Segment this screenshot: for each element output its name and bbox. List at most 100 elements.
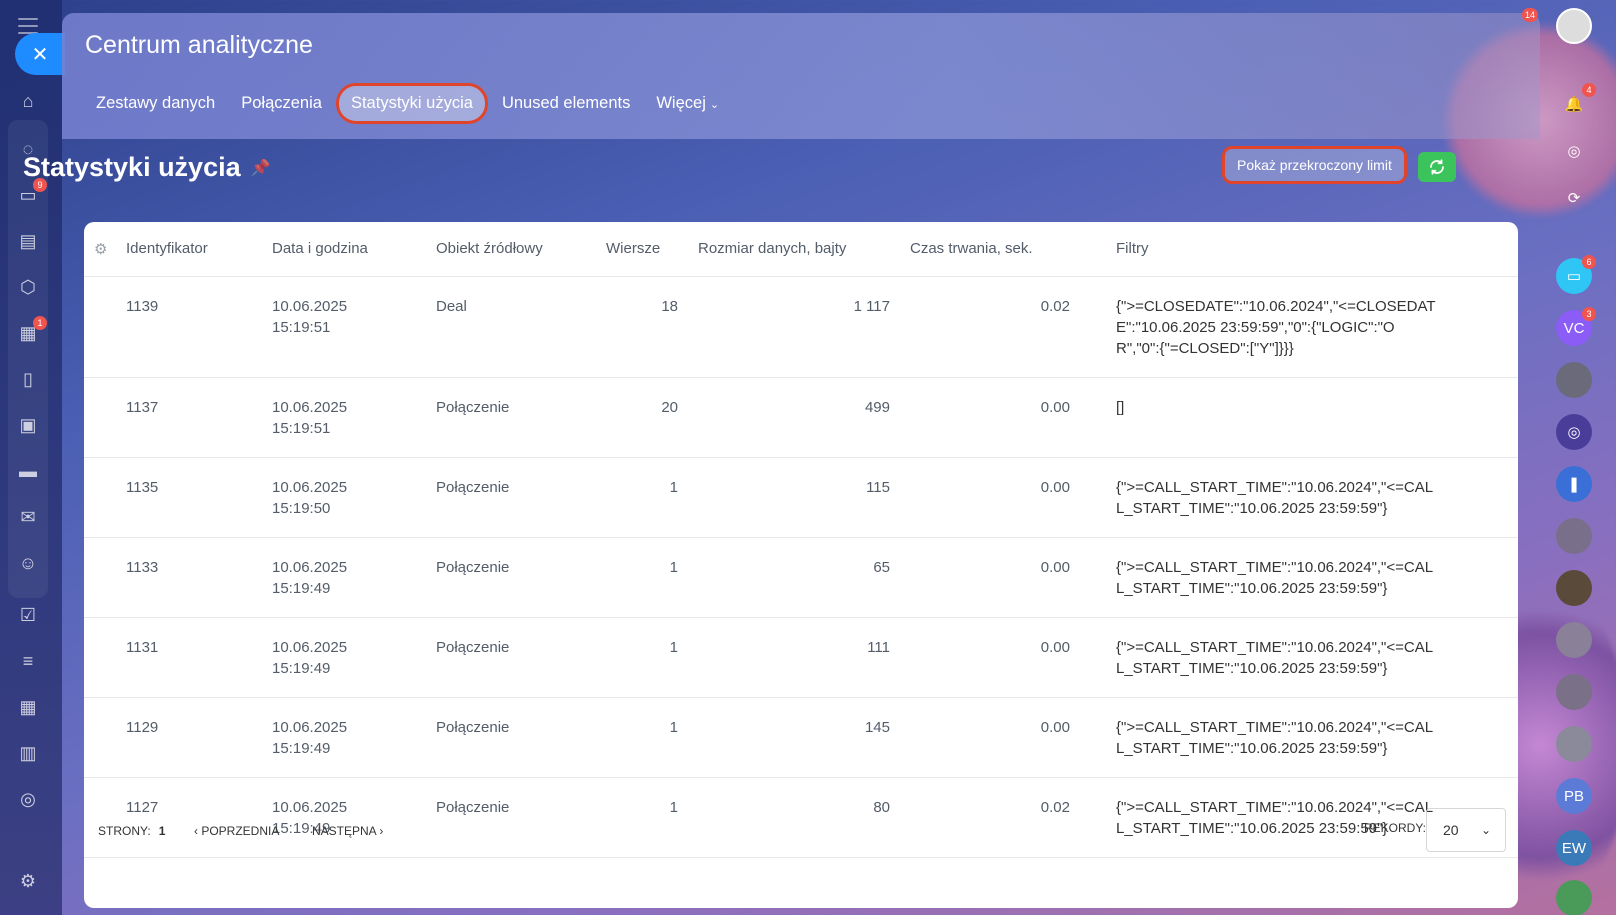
hexagon-icon[interactable]: ⬡ xyxy=(17,276,39,298)
avatar-ew[interactable]: EW xyxy=(1556,830,1592,866)
page-title: Statystyki użycia 📌 xyxy=(23,152,271,183)
col-rows[interactable]: Wiersze xyxy=(596,222,688,277)
documents-icon[interactable]: ▤ xyxy=(17,230,39,252)
sync-icon[interactable]: ⟳ xyxy=(1556,180,1592,216)
col-filters[interactable]: Filtry xyxy=(1080,222,1518,277)
left-sidebar: ⌂ ◌ ▭ 9 ▤ ⬡ ▦ 1 ▯ ▣ ▬ ✉ ☺ ☑ ≡ ▦ ▥ ◎ ⚙ xyxy=(0,0,62,915)
records-value: 20 xyxy=(1443,822,1459,838)
avatar[interactable] xyxy=(1556,674,1592,710)
col-id[interactable]: Identyfikator xyxy=(118,222,262,277)
avatar[interactable] xyxy=(1556,622,1592,658)
avatar[interactable] xyxy=(1556,726,1592,762)
file-icon[interactable]: ▯ xyxy=(17,368,39,390)
tasks-icon[interactable]: ☑ xyxy=(17,604,39,626)
row-spacer xyxy=(84,457,118,538)
users-icon[interactable]: ☺ xyxy=(17,552,39,574)
refresh-button[interactable] xyxy=(1418,152,1456,182)
cell-size: 65 xyxy=(688,537,900,618)
cell-duration: 0.00 xyxy=(900,697,1080,778)
cell-date: 10.06.2025 15:19:51 xyxy=(262,377,426,458)
avatar[interactable] xyxy=(1556,880,1592,915)
user-avatar[interactable]: 14 xyxy=(1522,8,1592,44)
table-row[interactable]: 1131 10.06.2025 15:19:49 Połączenie 1 111 0.00… xyxy=(84,617,1518,698)
cell-object: Deal xyxy=(426,276,596,378)
home-icon[interactable]: ⌂ xyxy=(17,90,39,112)
cell-date-value: 10.06.2025 xyxy=(272,638,348,656)
cell-date: 10.06.2025 15:19:50 xyxy=(262,457,426,538)
board-icon[interactable]: ▣ xyxy=(17,414,39,436)
chat-icon[interactable]: ▭ 9 xyxy=(17,178,47,206)
chevron-down-icon: ⌄ xyxy=(709,99,720,111)
avatar[interactable]: ◎ xyxy=(1556,414,1592,450)
col-object[interactable]: Obiekt źródłowy xyxy=(426,222,596,277)
row-spacer xyxy=(84,617,118,698)
calendar-icon[interactable]: ▦ 1 xyxy=(17,316,47,344)
cell-object: Połączenie xyxy=(426,697,596,778)
notifications-icon[interactable]: 🔔 4 xyxy=(1556,83,1596,122)
bookmark-icon[interactable]: ❚ xyxy=(1556,466,1592,502)
table-row[interactable]: 1133 10.06.2025 15:19:49 Połączenie 1 65 0.00{… xyxy=(84,537,1518,618)
avatar[interactable] xyxy=(1556,518,1592,554)
avatar-vc[interactable]: VC 3 xyxy=(1556,307,1596,346)
col-date[interactable]: Data i godzina xyxy=(262,222,426,277)
avatar[interactable] xyxy=(1556,362,1592,398)
cell-duration: 0.00 xyxy=(900,537,1080,618)
cell-date-value: 10.06.2025 xyxy=(272,478,348,496)
pin-icon[interactable]: 📌 xyxy=(251,158,271,178)
chevron-right-icon: › xyxy=(376,824,384,838)
table-row[interactable]: 1129 10.06.2025 15:19:49 Połączenie 1 145 0.00… xyxy=(84,697,1518,778)
schedule-icon[interactable]: ▦ xyxy=(17,696,39,718)
next-page-button[interactable]: NASTĘPNA › xyxy=(312,824,383,838)
col-duration[interactable]: Czas trwania, sek. xyxy=(900,222,1080,277)
pages-label: STRONY: xyxy=(98,824,151,838)
cell-rows: 1 xyxy=(596,457,688,538)
vc-badge: 3 xyxy=(1582,307,1596,321)
page-title-text: Statystyki użycia xyxy=(23,152,241,182)
show-limit-button[interactable]: Pokaż przekroczony limit xyxy=(1222,146,1407,184)
open-channels-icon[interactable]: ▭ 6 xyxy=(1556,255,1596,294)
cell-object: Połączenie xyxy=(426,377,596,458)
cell-duration: 0.02 xyxy=(900,276,1080,378)
cell-filters: {">=CALL_START_TIME":"10.06.2024","<=CAL… xyxy=(1080,697,1518,778)
tab-usage-stats[interactable]: Statystyki użycia xyxy=(335,83,488,124)
cell-filters: {">=CLOSEDATE":"10.06.2024","<=CLOSEDATE… xyxy=(1080,276,1518,378)
table-row[interactable]: 1139 10.06.2025 15:19:51 Deal 18 1 117 0.02 {">… xyxy=(84,276,1518,378)
table-header-row: ⚙ Identyfikator Data i godzina Obiekt źr… xyxy=(84,222,1518,277)
cell-id: 1135 xyxy=(118,457,262,538)
mail-icon[interactable]: ✉ xyxy=(17,506,39,528)
close-icon[interactable]: ✕ xyxy=(15,33,65,75)
notifications-badge: 4 xyxy=(1582,83,1596,97)
cell-size: 115 xyxy=(688,457,900,538)
cell-date: 10.06.2025 15:19:49 xyxy=(262,697,426,778)
records-per-page-select[interactable]: 20 ⌄ xyxy=(1426,808,1506,852)
prev-page-button[interactable]: ‹ POPRZEDNIA xyxy=(194,824,279,838)
card-icon[interactable]: ▬ xyxy=(17,460,39,482)
chevron-down-icon: ⌄ xyxy=(1480,823,1491,837)
tab-unused-elements[interactable]: Unused elements xyxy=(490,88,642,119)
pb-initials: PB xyxy=(1563,787,1584,805)
table-row[interactable]: 1135 10.06.2025 15:19:50 Połączenie 1 115 0.00… xyxy=(84,457,1518,538)
app-title: Centrum analityczne xyxy=(85,31,313,59)
cell-date: 10.06.2025 15:19:49 xyxy=(262,537,426,618)
avatar[interactable] xyxy=(1556,570,1592,606)
target-icon[interactable]: ◎ xyxy=(17,788,39,810)
filter-icon[interactable]: ≡ xyxy=(17,650,39,672)
cell-id: 1137 xyxy=(118,377,262,458)
column-settings-icon[interactable]: ⚙ xyxy=(84,222,118,277)
tab-more[interactable]: Więcej ⌄ xyxy=(644,88,731,119)
row-spacer xyxy=(84,537,118,618)
store-icon[interactable]: ▥ xyxy=(17,742,39,764)
copilot-icon[interactable]: ◎ xyxy=(1556,133,1592,169)
tab-datasets[interactable]: Zestawy danych xyxy=(84,88,227,119)
cell-date: 10.06.2025 15:19:51 xyxy=(262,276,426,378)
col-size[interactable]: Rozmiar danych, bajty xyxy=(688,222,900,277)
cell-time-value: 15:19:49 xyxy=(272,739,331,757)
cell-date-value: 10.06.2025 xyxy=(272,398,348,416)
avatar-pb[interactable]: PB xyxy=(1556,778,1592,814)
stats-table-card: ⚙ Identyfikator Data i godzina Obiekt źr… xyxy=(84,222,1518,908)
tab-connections[interactable]: Połączenia xyxy=(229,88,334,119)
cell-size: 499 xyxy=(688,377,900,458)
current-page[interactable]: 1 xyxy=(159,824,166,838)
table-row[interactable]: 1137 10.06.2025 15:19:51 Połączenie 20 499 0.0… xyxy=(84,377,1518,458)
settings-icon[interactable]: ⚙ xyxy=(17,870,39,892)
